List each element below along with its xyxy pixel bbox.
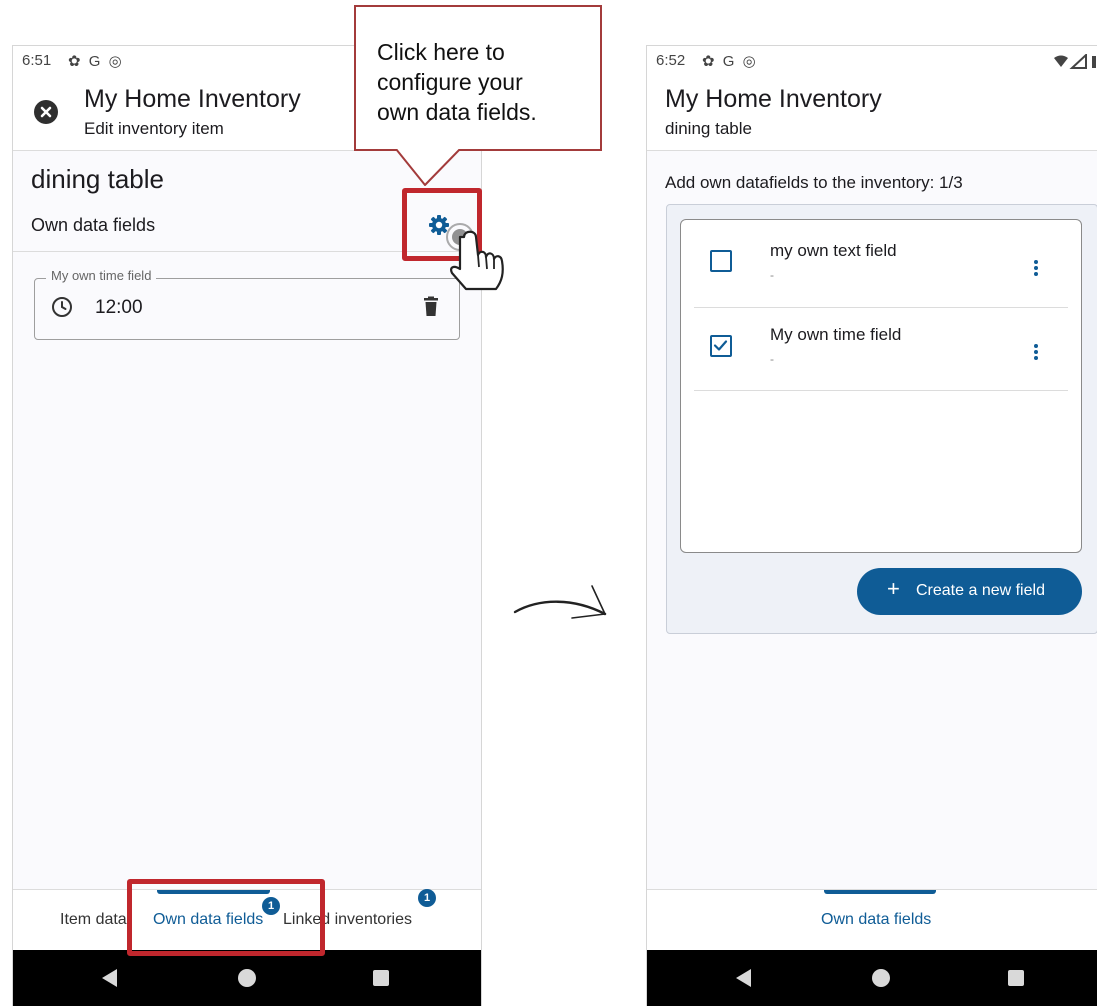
field-name: My own time field xyxy=(770,325,902,344)
nav-home-icon[interactable] xyxy=(872,969,890,987)
app-subtitle: Edit inventory item xyxy=(84,119,224,138)
status-bar: 6:52 ✿ G ◎ xyxy=(647,45,1097,76)
list-item[interactable]: my own text field - xyxy=(694,226,1068,308)
tab-bar: Own data fields xyxy=(647,889,1097,950)
callout-pointer xyxy=(394,148,466,189)
checkbox-checked[interactable] xyxy=(710,335,732,357)
nav-back-icon[interactable] xyxy=(102,969,117,987)
more-vert-icon[interactable] xyxy=(1030,343,1042,363)
clock-icon xyxy=(50,295,74,319)
list-item[interactable]: My own time field - xyxy=(694,308,1068,391)
create-field-label: Create a new field xyxy=(916,582,1045,599)
create-field-button[interactable]: + Create a new field xyxy=(857,568,1082,615)
status-time: 6:52 xyxy=(656,52,686,69)
system-nav-bar xyxy=(647,950,1097,1006)
time-field-legend: My own time field xyxy=(46,268,157,283)
system-nav-bar xyxy=(13,950,481,1006)
item-name: dining table xyxy=(31,164,164,194)
app-bar: My Home Inventory dining table xyxy=(647,75,1097,151)
nav-recents-icon[interactable] xyxy=(1008,970,1024,986)
more-vert-icon[interactable] xyxy=(1030,259,1042,279)
time-field-input[interactable]: 12:00 xyxy=(95,297,143,319)
section-title: Own data fields xyxy=(31,215,156,235)
nav-home-icon[interactable] xyxy=(238,969,256,987)
close-icon[interactable] xyxy=(34,100,58,124)
signal-icons xyxy=(1052,52,1097,70)
hand-pointer-icon xyxy=(440,217,512,297)
callout-line: Click here to xyxy=(377,39,505,65)
nav-recents-icon[interactable] xyxy=(373,970,389,986)
callout-text: Click here to configure your own data fi… xyxy=(377,37,537,127)
tab-own-data-fields[interactable]: Own data fields xyxy=(821,911,931,929)
trash-icon[interactable] xyxy=(419,295,443,319)
status-time: 6:51 xyxy=(22,52,52,69)
app-subtitle: dining table xyxy=(665,119,752,138)
plus-icon: + xyxy=(887,576,900,601)
checkbox-unchecked[interactable] xyxy=(710,250,732,272)
highlight-box-tab xyxy=(127,879,325,956)
field-subtitle: - xyxy=(770,268,774,282)
callout-line: own data fields. xyxy=(377,99,537,125)
add-fields-label: Add own datafields to the inventory: 1/3 xyxy=(665,173,963,192)
app-title: My Home Inventory xyxy=(84,85,301,113)
callout-line: configure your xyxy=(377,69,523,95)
field-subtitle: - xyxy=(770,352,774,366)
tab-badge: 1 xyxy=(418,889,436,907)
tab-item-data[interactable]: Item data xyxy=(60,911,127,929)
status-icons: ✿ G ◎ xyxy=(68,53,124,70)
transition-arrow-icon xyxy=(512,578,612,626)
status-icons: ✿ G ◎ xyxy=(702,53,758,70)
app-title: My Home Inventory xyxy=(665,85,882,113)
right-phone-screen: 6:52 ✿ G ◎ My Home Inventory dining tabl… xyxy=(646,45,1097,1006)
nav-back-icon[interactable] xyxy=(736,969,751,987)
field-name: my own text field xyxy=(770,241,897,260)
tab-indicator xyxy=(824,890,936,894)
